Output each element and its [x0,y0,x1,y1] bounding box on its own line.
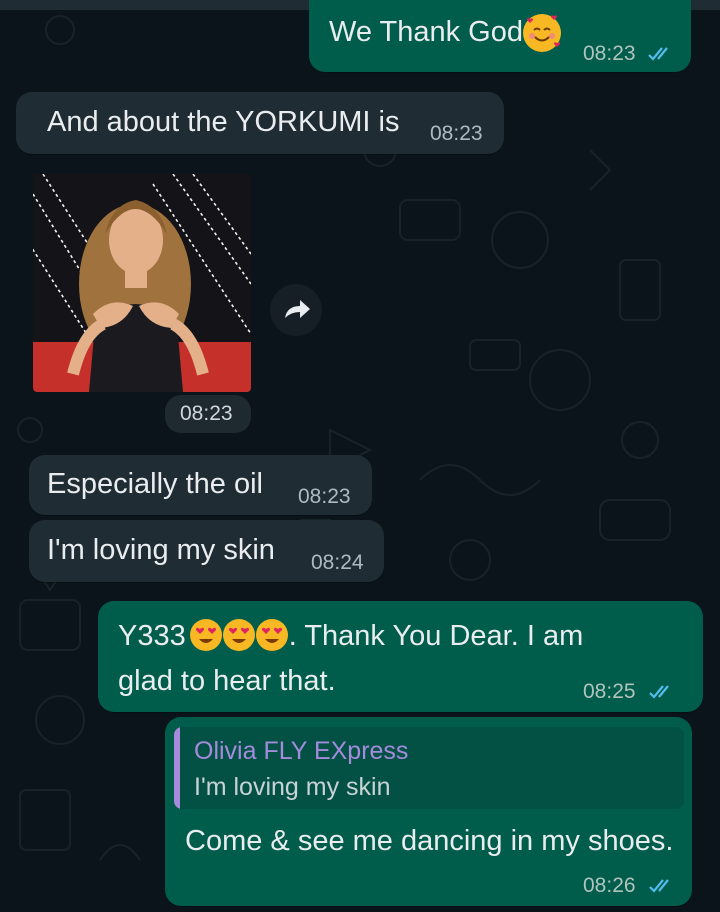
read-double-check-icon [649,685,669,699]
read-double-check-icon [648,47,668,61]
quoted-message[interactable]: Olivia FLY EXpress I'm loving my skin [174,727,684,809]
message-text-rest: . Thank You Dear. I am [288,620,584,652]
message-timestamp: 08:23 [180,402,233,425]
read-double-check-icon [649,879,669,893]
heart-eyes-emoji-icon [222,619,255,651]
heart-eyes-emoji-icon [189,619,222,651]
quoted-author: Olivia FLY EXpress [194,737,409,765]
incoming-message-bubble[interactable]: Especially the oil 08:23 [29,455,372,515]
message-text-prefix: Y333 [118,620,186,652]
outgoing-message-bubble[interactable]: Y333 . Thank You Dear. I am glad to hear … [98,601,703,712]
shared-image[interactable] [33,174,251,392]
message-line: Y333 . Thank You Dear. I am [118,619,583,653]
forward-button[interactable] [270,284,322,336]
message-text: I'm loving my skin [47,534,275,566]
incoming-message-bubble[interactable]: And about the YORKUMI is 08:23 [16,92,504,154]
image-timestamp-pill: 08:23 [165,395,251,433]
outgoing-message-bubble[interactable]: We Thank God 08:23 [309,0,691,72]
message-text-line2: glad to hear that. [118,665,336,697]
forward-arrow-icon [285,300,310,318]
heart-eyes-emoji-icon [255,619,288,651]
incoming-message-bubble[interactable]: I'm loving my skin 08:24 [29,520,384,582]
message-timestamp: 08:24 [311,551,364,574]
message-text: Especially the oil [47,468,263,500]
quoted-text: I'm loving my skin [194,773,391,801]
quote-accent-bar [174,727,180,809]
message-timestamp: 08:23 [583,42,636,65]
message-text: Come & see me dancing in my shoes. [185,825,674,857]
message-timestamp: 08:23 [430,122,483,145]
smiling-face-with-hearts-icon [523,14,561,52]
message-timestamp: 08:25 [583,680,636,703]
message-timestamp: 08:26 [583,874,636,897]
message-text: And about the YORKUMI is [47,106,400,138]
message-text: We Thank God [329,16,523,48]
message-timestamp: 08:23 [298,485,351,508]
